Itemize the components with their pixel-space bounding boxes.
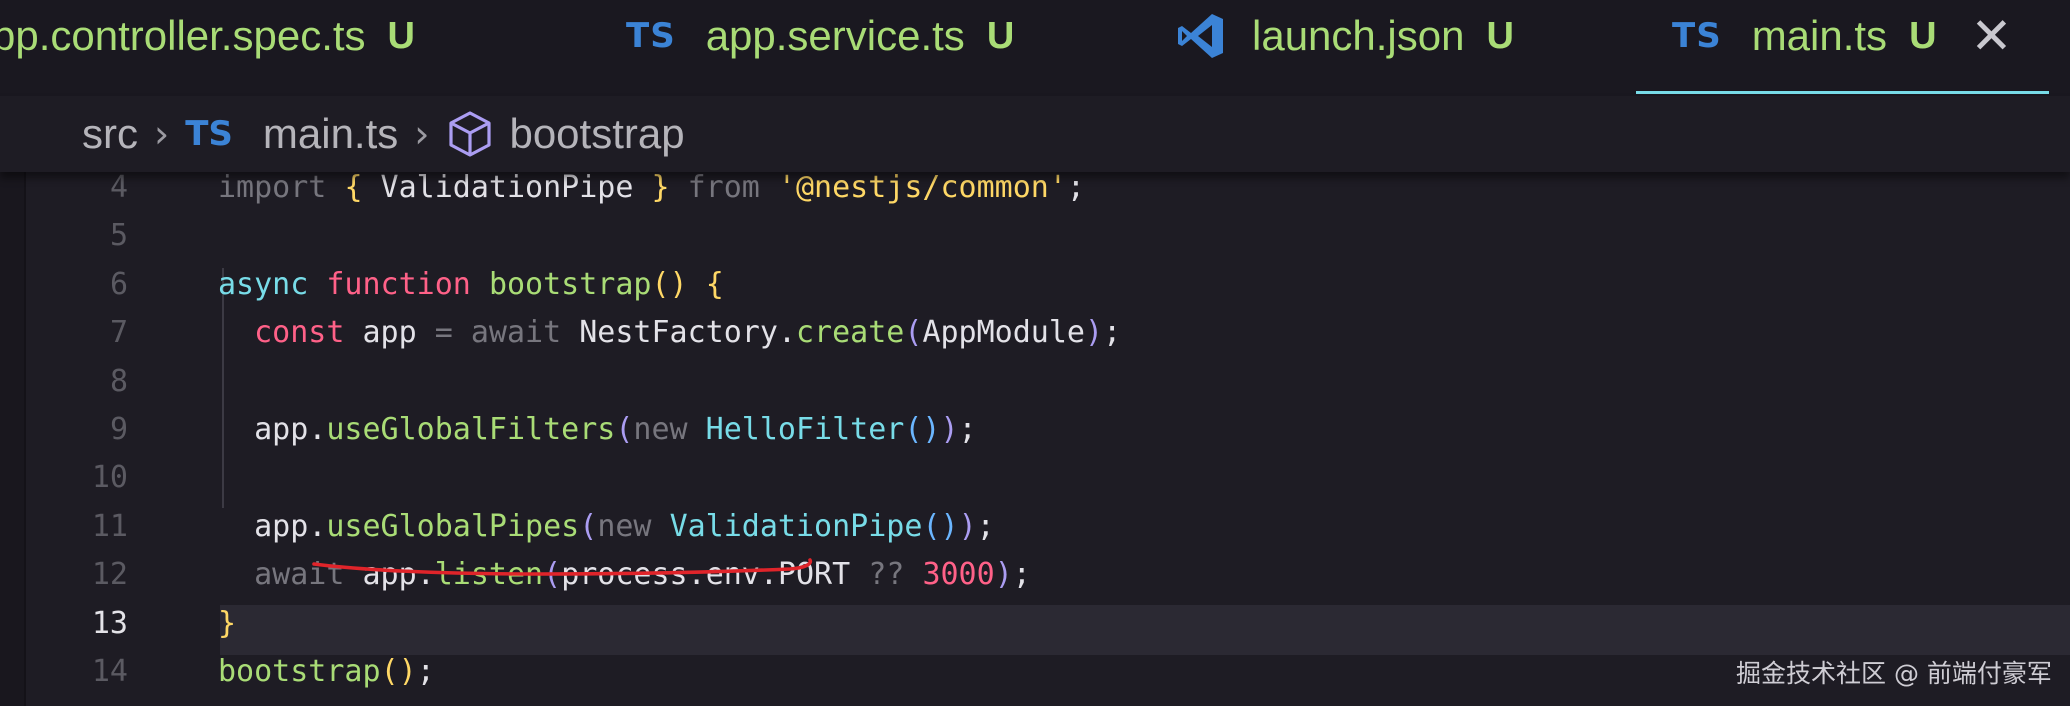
tab-main-ts[interactable]: TS main.ts U ✕ xyxy=(1672,0,2070,96)
code-editor[interactable]: 4 import { ValidationPipe } from '@nestjs… xyxy=(0,170,2070,706)
tab-label: main.ts xyxy=(1751,12,1888,59)
chevron-right-icon: › xyxy=(414,112,430,156)
untracked-badge: U xyxy=(387,14,415,57)
tab-launch-json[interactable]: launch.json U xyxy=(1176,0,1596,96)
untracked-badge: U xyxy=(986,14,1015,57)
red-underline-annotation xyxy=(312,558,813,576)
breadcrumb: src › TS main.ts › bootstrap xyxy=(0,96,2070,172)
typescript-icon: TS xyxy=(1672,16,1722,56)
tab-app-controller-spec[interactable]: pp.controller.spec.ts U xyxy=(0,0,540,96)
editor-window: pp.controller.spec.ts U TS app.service.t… xyxy=(0,0,2070,706)
untracked-badge: U xyxy=(1909,14,1937,57)
active-tab-indicator xyxy=(1636,91,2049,94)
breadcrumb-file[interactable]: main.ts xyxy=(263,110,398,158)
close-icon[interactable]: ✕ xyxy=(1971,11,2013,61)
typescript-icon: TS xyxy=(626,16,676,56)
symbol-method-cube-icon xyxy=(449,111,492,157)
untracked-badge: U xyxy=(1486,14,1514,57)
tab-bar: pp.controller.spec.ts U TS app.service.t… xyxy=(0,0,2070,96)
vscode-icon xyxy=(1178,14,1223,58)
watermark: 掘金技术社区 @ 前端付豪军 xyxy=(1736,659,2052,688)
typescript-icon: TS xyxy=(185,114,233,154)
tab-label: pp.controller.spec.ts xyxy=(0,12,366,59)
tab-label: app.service.ts xyxy=(705,12,965,59)
breadcrumb-folder[interactable]: src xyxy=(82,110,138,158)
chevron-right-icon: › xyxy=(154,112,170,156)
breadcrumb-symbol[interactable]: bootstrap xyxy=(509,110,684,158)
tab-app-service[interactable]: TS app.service.ts U xyxy=(626,0,1106,96)
tab-label: launch.json xyxy=(1252,12,1465,59)
